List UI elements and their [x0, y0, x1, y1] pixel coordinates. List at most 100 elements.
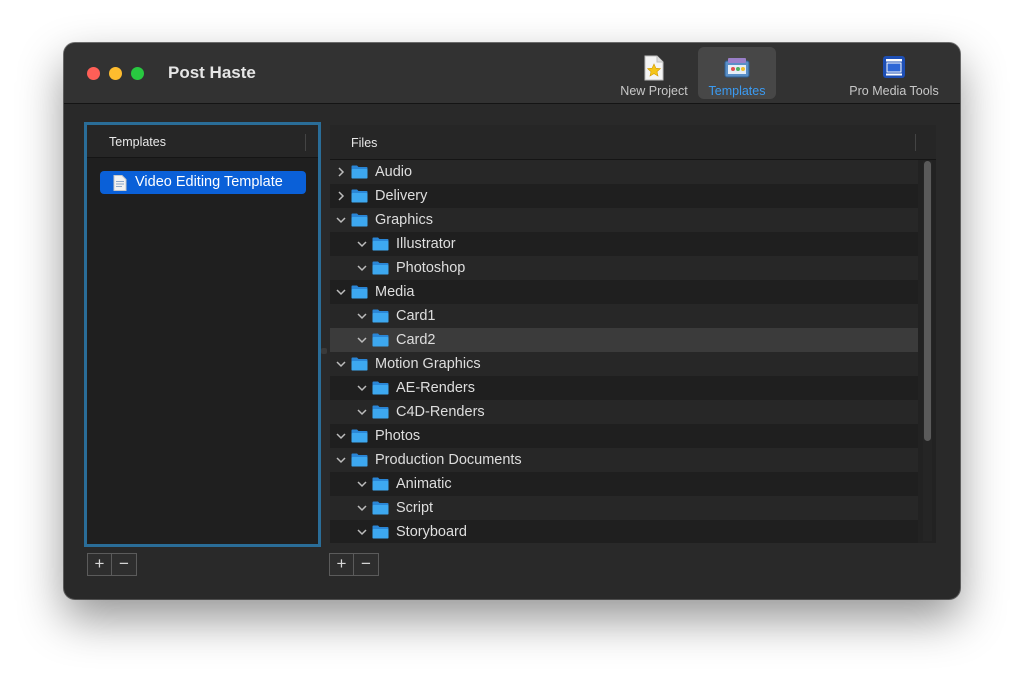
file-tree-row-label: Photoshop	[396, 260, 466, 276]
folder-icon	[351, 453, 368, 467]
toolbar-pro-media-tools-button[interactable]: Pro Media Tools	[844, 47, 944, 99]
chevron-down-icon[interactable]	[356, 478, 368, 490]
remove-template-button[interactable]: −	[112, 553, 137, 576]
file-tree-row[interactable]: Audio	[330, 160, 918, 184]
add-template-button[interactable]: +	[87, 553, 112, 576]
split-view-divider[interactable]	[321, 348, 327, 354]
file-tree-row[interactable]: AE-Renders	[330, 376, 918, 400]
folder-icon	[351, 213, 368, 227]
template-item-video-editing[interactable]: Video Editing Template	[100, 171, 306, 194]
file-tree-row-label: C4D-Renders	[396, 404, 485, 420]
file-tree-row[interactable]: Photoshop	[330, 256, 918, 280]
files-panel: Files Audio Delivery Graphics Illustrator Ph…	[330, 125, 936, 543]
folder-icon	[372, 333, 389, 347]
close-window-button[interactable]	[87, 67, 100, 80]
file-tree-row-label: Photos	[375, 428, 421, 444]
file-tree-row[interactable]: Card1	[330, 304, 918, 328]
app-window: Post Haste New Project Templates Pro Med…	[64, 43, 960, 599]
file-tree-row-label: Card1	[396, 308, 436, 324]
chevron-down-icon[interactable]	[335, 286, 347, 298]
file-tree-row[interactable]: Media	[330, 280, 918, 304]
file-tree-row[interactable]: Card2	[330, 328, 918, 352]
file-tree-row[interactable]: Script	[330, 496, 918, 520]
file-tree-row-label: Audio	[375, 164, 413, 180]
pro-media-tools-label: Pro Media Tools	[849, 84, 939, 98]
file-tree-row-label: Storyboard	[396, 524, 467, 540]
files-header-label: Files	[351, 136, 378, 150]
file-tree-row-label: Delivery	[375, 188, 428, 204]
zoom-window-button[interactable]	[131, 67, 144, 80]
new-project-icon	[644, 55, 664, 81]
folder-icon	[372, 237, 389, 251]
chevron-down-icon[interactable]	[335, 454, 347, 466]
chevron-down-icon[interactable]	[356, 382, 368, 394]
templates-column-header[interactable]: Templates	[87, 125, 318, 158]
folder-icon	[372, 477, 389, 491]
column-divider	[305, 134, 306, 151]
chevron-down-icon[interactable]	[356, 262, 368, 274]
templates-add-remove-group: + −	[87, 553, 137, 576]
file-tree-row[interactable]: Graphics	[330, 208, 918, 232]
file-tree-row[interactable]: Illustrator	[330, 232, 918, 256]
files-column-header[interactable]: Files	[330, 125, 936, 160]
pro-media-tools-icon	[883, 56, 905, 78]
chevron-down-icon[interactable]	[356, 310, 368, 322]
folder-icon	[372, 381, 389, 395]
files-add-remove-group: + −	[329, 553, 379, 576]
file-tree-row[interactable]: Storyboard	[330, 520, 918, 543]
chevron-down-icon[interactable]	[356, 406, 368, 418]
chevron-down-icon[interactable]	[335, 430, 347, 442]
folder-icon	[351, 357, 368, 371]
title-bar: Post Haste New Project Templates Pro Med…	[64, 43, 960, 104]
file-tree: Audio Delivery Graphics Illustrator Photosho…	[330, 160, 918, 543]
file-tree-row-label: AE-Renders	[396, 380, 475, 396]
chevron-down-icon[interactable]	[335, 214, 347, 226]
file-tree-row-label: Graphics	[375, 212, 434, 228]
column-divider	[915, 134, 916, 151]
folder-icon	[372, 261, 389, 275]
document-icon	[113, 175, 127, 191]
folder-icon	[372, 405, 389, 419]
chevron-down-icon[interactable]	[356, 502, 368, 514]
chevron-down-icon[interactable]	[356, 334, 368, 346]
folder-icon	[351, 285, 368, 299]
file-tree-row-label: Production Documents	[375, 452, 522, 468]
chevron-down-icon[interactable]	[335, 358, 347, 370]
add-file-button[interactable]: +	[329, 553, 354, 576]
file-tree-row-label: Animatic	[396, 476, 452, 492]
remove-file-button[interactable]: −	[354, 553, 379, 576]
window-title: Post Haste	[168, 63, 256, 82]
file-tree-row[interactable]: Delivery	[330, 184, 918, 208]
folder-icon	[351, 429, 368, 443]
minimize-window-button[interactable]	[109, 67, 122, 80]
file-tree-row-label: Motion Graphics	[375, 356, 481, 372]
file-tree-row[interactable]: Animatic	[330, 472, 918, 496]
templates-header-label: Templates	[109, 135, 166, 149]
folder-icon	[372, 309, 389, 323]
file-tree-row[interactable]: C4D-Renders	[330, 400, 918, 424]
folder-icon	[372, 501, 389, 515]
templates-icon	[724, 58, 750, 78]
file-tree-row[interactable]: Production Documents	[330, 448, 918, 472]
chevron-down-icon[interactable]	[356, 238, 368, 250]
folder-icon	[351, 165, 368, 179]
new-project-label: New Project	[620, 84, 688, 98]
vertical-scrollbar[interactable]	[923, 161, 932, 541]
file-tree-row-label: Media	[375, 284, 415, 300]
file-tree-row[interactable]: Motion Graphics	[330, 352, 918, 376]
toolbar-new-project-button[interactable]: New Project	[612, 47, 696, 99]
file-tree-row[interactable]: Photos	[330, 424, 918, 448]
file-tree-row-label: Illustrator	[396, 236, 456, 252]
file-tree-row-label: Script	[396, 500, 434, 516]
chevron-right-icon[interactable]	[335, 166, 347, 178]
templates-label: Templates	[708, 84, 766, 98]
folder-icon	[351, 189, 368, 203]
chevron-right-icon[interactable]	[335, 190, 347, 202]
templates-panel: Templates Video Editing Template	[84, 122, 321, 547]
toolbar-templates-button[interactable]: Templates	[698, 47, 776, 99]
file-tree-row-label: Card2	[396, 332, 436, 348]
folder-icon	[372, 525, 389, 539]
chevron-down-icon[interactable]	[356, 526, 368, 538]
scrollbar-thumb[interactable]	[924, 161, 931, 441]
template-item-label: Video Editing Template	[135, 174, 283, 190]
